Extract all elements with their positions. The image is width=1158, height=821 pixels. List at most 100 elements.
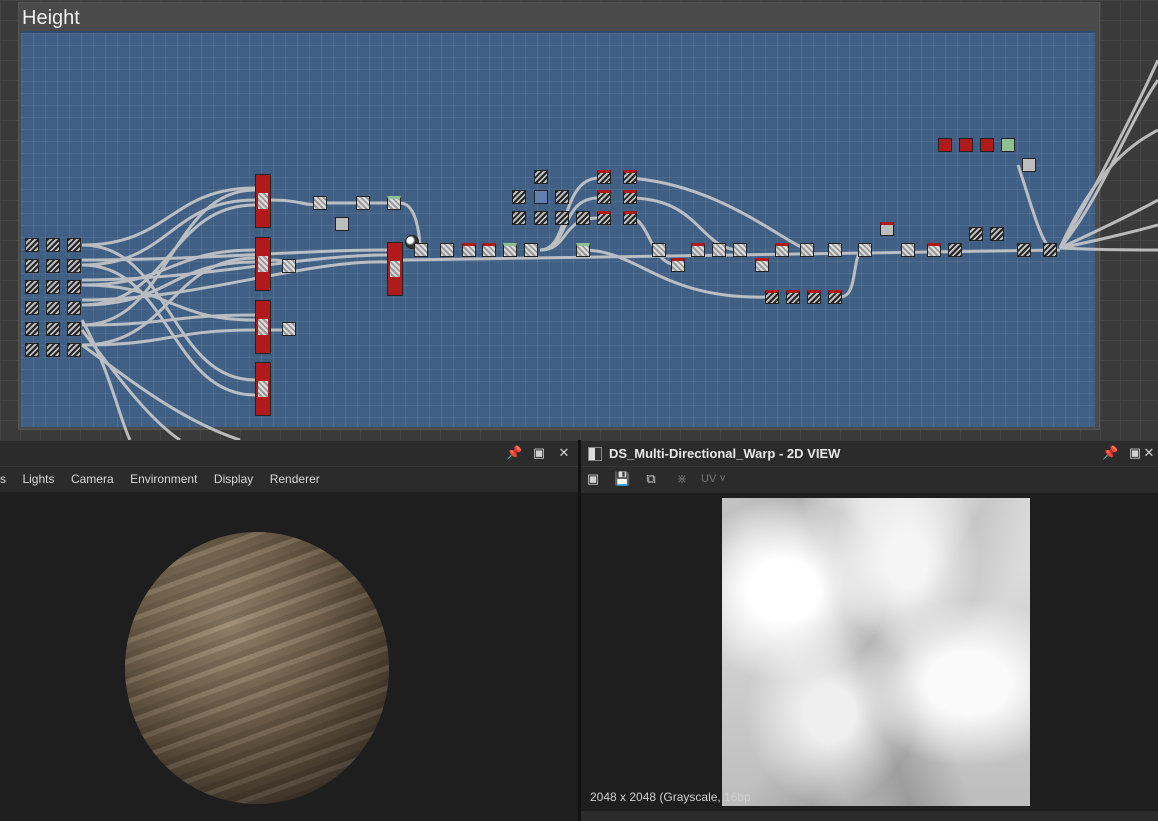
graph-node[interactable] bbox=[828, 290, 842, 304]
menu-item-renderer[interactable]: Renderer bbox=[264, 467, 326, 492]
graph-node[interactable] bbox=[828, 243, 842, 257]
graph-node[interactable] bbox=[46, 343, 60, 357]
graph-node[interactable] bbox=[755, 258, 769, 272]
graph-node[interactable] bbox=[46, 301, 60, 315]
graph-node[interactable] bbox=[800, 243, 814, 257]
fit-view-icon[interactable]: ▣ bbox=[585, 471, 601, 487]
graph-node[interactable] bbox=[25, 238, 39, 252]
uv-label: UV bbox=[701, 473, 717, 485]
graph-node[interactable] bbox=[387, 196, 401, 210]
menu-item-camera[interactable]: Camera bbox=[65, 467, 120, 492]
graph-node[interactable] bbox=[25, 259, 39, 273]
graph-node[interactable] bbox=[597, 170, 611, 184]
graph-node[interactable] bbox=[901, 243, 915, 257]
graph-node[interactable] bbox=[712, 243, 726, 257]
graph-node[interactable] bbox=[733, 243, 747, 257]
pin-icon[interactable]: 📌 bbox=[506, 445, 522, 461]
graph-node[interactable] bbox=[775, 243, 789, 257]
graph-node[interactable] bbox=[534, 211, 548, 225]
blend-node[interactable] bbox=[255, 362, 271, 416]
node-graph-canvas[interactable]: Height bbox=[0, 0, 1158, 440]
copy-icon[interactable]: ⧉ bbox=[643, 471, 659, 487]
maximize-icon[interactable]: ▣ bbox=[531, 445, 547, 461]
graph-node[interactable] bbox=[534, 170, 548, 184]
blend-node[interactable] bbox=[255, 237, 271, 291]
graph-node[interactable] bbox=[67, 259, 81, 273]
graph-node[interactable] bbox=[807, 290, 821, 304]
graph-node[interactable] bbox=[67, 301, 81, 315]
graph-node[interactable] bbox=[25, 343, 39, 357]
output-node[interactable] bbox=[938, 138, 952, 152]
graph-node[interactable] bbox=[623, 211, 637, 225]
graph-node[interactable] bbox=[927, 243, 941, 257]
graph-node[interactable] bbox=[482, 243, 496, 257]
menu-item-display[interactable]: Display bbox=[208, 467, 259, 492]
graph-node[interactable] bbox=[990, 227, 1004, 241]
graph-node[interactable] bbox=[67, 322, 81, 336]
graph-node[interactable] bbox=[880, 222, 894, 236]
menu-item-lights[interactable]: Lights bbox=[16, 467, 60, 492]
graph-node[interactable] bbox=[858, 243, 872, 257]
graph-node[interactable] bbox=[555, 211, 569, 225]
graph-node[interactable] bbox=[534, 190, 548, 204]
2d-view-panel[interactable]: DS_Multi-Directional_Warp - 2D VIEW 📌 ▣ … bbox=[581, 440, 1158, 821]
graph-node[interactable] bbox=[765, 290, 779, 304]
graph-node[interactable] bbox=[623, 170, 637, 184]
3d-view-menubar: s Lights Camera Environment Display Rend… bbox=[0, 466, 578, 492]
graph-node[interactable] bbox=[512, 190, 526, 204]
graph-node[interactable] bbox=[691, 243, 705, 257]
graph-node[interactable] bbox=[67, 280, 81, 294]
close-icon[interactable]: ✕ bbox=[1141, 445, 1157, 461]
graph-node[interactable] bbox=[597, 211, 611, 225]
pin-icon[interactable]: 📌 bbox=[1102, 445, 1118, 461]
graph-node[interactable] bbox=[1022, 158, 1036, 172]
share-icon[interactable]: ⋇ bbox=[674, 471, 690, 487]
material-preview-sphere[interactable] bbox=[125, 532, 389, 804]
graph-node[interactable] bbox=[67, 343, 81, 357]
blend-node[interactable] bbox=[255, 174, 271, 228]
graph-node[interactable] bbox=[503, 243, 517, 257]
graph-node[interactable] bbox=[652, 243, 666, 257]
graph-node[interactable] bbox=[414, 243, 428, 257]
graph-node[interactable] bbox=[576, 211, 590, 225]
graph-node[interactable] bbox=[67, 238, 81, 252]
save-icon[interactable]: 💾 bbox=[614, 471, 630, 487]
graph-node[interactable] bbox=[25, 301, 39, 315]
graph-node[interactable] bbox=[786, 290, 800, 304]
graph-node[interactable] bbox=[512, 211, 526, 225]
graph-node[interactable] bbox=[440, 243, 454, 257]
output-node[interactable] bbox=[980, 138, 994, 152]
graph-node[interactable] bbox=[576, 243, 590, 257]
output-node[interactable] bbox=[1001, 138, 1015, 152]
graph-node[interactable] bbox=[46, 238, 60, 252]
graph-node[interactable] bbox=[356, 196, 370, 210]
output-node[interactable] bbox=[959, 138, 973, 152]
menu-item-environment[interactable]: Environment bbox=[124, 467, 203, 492]
graph-node[interactable] bbox=[671, 258, 685, 272]
menu-item-scene[interactable]: s bbox=[0, 467, 12, 492]
graph-node[interactable] bbox=[313, 196, 327, 210]
graph-node[interactable] bbox=[46, 322, 60, 336]
graph-node[interactable] bbox=[25, 280, 39, 294]
graph-node[interactable] bbox=[1017, 243, 1031, 257]
graph-node[interactable] bbox=[948, 243, 962, 257]
graph-node[interactable] bbox=[462, 243, 476, 257]
graph-node[interactable] bbox=[1043, 243, 1057, 257]
heightmap-preview-image[interactable] bbox=[722, 498, 1030, 806]
graph-node[interactable] bbox=[282, 259, 296, 273]
graph-node[interactable] bbox=[46, 259, 60, 273]
graph-node[interactable] bbox=[623, 190, 637, 204]
blend-node[interactable] bbox=[387, 242, 403, 296]
blend-node[interactable] bbox=[255, 300, 271, 354]
graph-node[interactable] bbox=[25, 322, 39, 336]
3d-view-panel[interactable]: 📌 ▣ ✕ s Lights Camera Environment Displa… bbox=[0, 440, 578, 821]
graph-node[interactable] bbox=[282, 322, 296, 336]
graph-node[interactable] bbox=[969, 227, 983, 241]
uv-dropdown[interactable]: UV ˅ bbox=[701, 473, 726, 485]
graph-node[interactable] bbox=[597, 190, 611, 204]
close-icon[interactable]: ✕ bbox=[556, 445, 572, 461]
graph-node[interactable] bbox=[555, 190, 569, 204]
graph-node[interactable] bbox=[524, 243, 538, 257]
graph-node[interactable] bbox=[335, 217, 349, 231]
graph-node[interactable] bbox=[46, 280, 60, 294]
